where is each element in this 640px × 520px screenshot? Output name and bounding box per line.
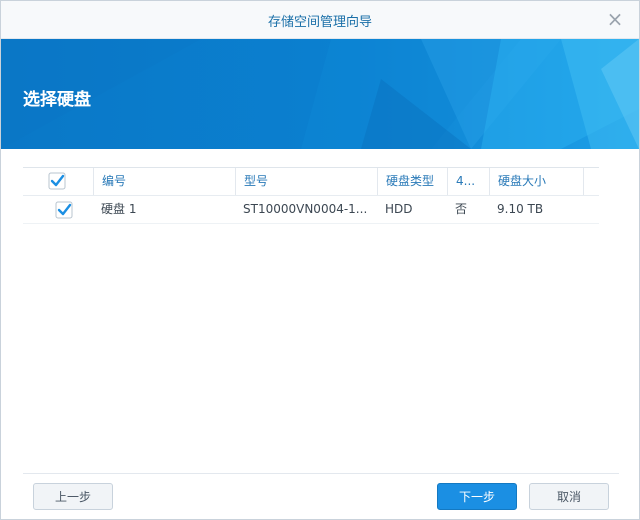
table-row[interactable]: 硬盘 1 ST10000VN0004-1... HDD 否 9.10 TB (23, 196, 599, 224)
previous-button[interactable]: 上一步 (33, 483, 113, 510)
column-header-size[interactable]: 硬盘大小 (489, 168, 583, 195)
column-header-model[interactable]: 型号 (235, 168, 377, 195)
close-button[interactable]: × (605, 9, 625, 29)
select-all-cell[interactable] (23, 168, 93, 195)
column-header-spacer (583, 168, 599, 195)
column-header-number[interactable]: 编号 (93, 168, 235, 195)
titlebar: 存储空间管理向导 × (1, 1, 639, 39)
select-all-checkbox[interactable] (48, 172, 66, 190)
close-icon: × (606, 7, 624, 31)
row-checkbox[interactable] (55, 201, 73, 219)
cell-type: HDD (385, 202, 413, 216)
next-button[interactable]: 下一步 (437, 483, 517, 510)
banner-background (1, 39, 639, 149)
cell-model: ST10000VN0004-1... (243, 202, 368, 216)
cancel-button[interactable]: 取消 (529, 483, 609, 510)
column-header-type[interactable]: 硬盘类型 (377, 168, 447, 195)
column-header-4k[interactable]: 4... (447, 168, 489, 195)
table-header: 编号 型号 硬盘类型 4... 硬盘大小 (23, 168, 599, 196)
step-heading: 选择硬盘 (23, 90, 91, 110)
row-select-cell[interactable] (23, 196, 93, 223)
cell-number: 硬盘 1 (101, 202, 137, 216)
cell-4k: 否 (455, 202, 468, 216)
window-title: 存储空间管理向导 (267, 15, 372, 30)
footer-divider (23, 473, 619, 474)
disk-table: 编号 型号 硬盘类型 4... 硬盘大小 硬盘 1 ST10000VN0004-… (23, 167, 599, 224)
banner: 选择硬盘 (1, 39, 639, 149)
storage-wizard-dialog: 存储空间管理向导 × 选择硬盘 编号 型号 硬盘类型 4... 硬盘大小 硬盘 … (0, 0, 640, 520)
cell-size: 9.10 TB (497, 202, 544, 216)
